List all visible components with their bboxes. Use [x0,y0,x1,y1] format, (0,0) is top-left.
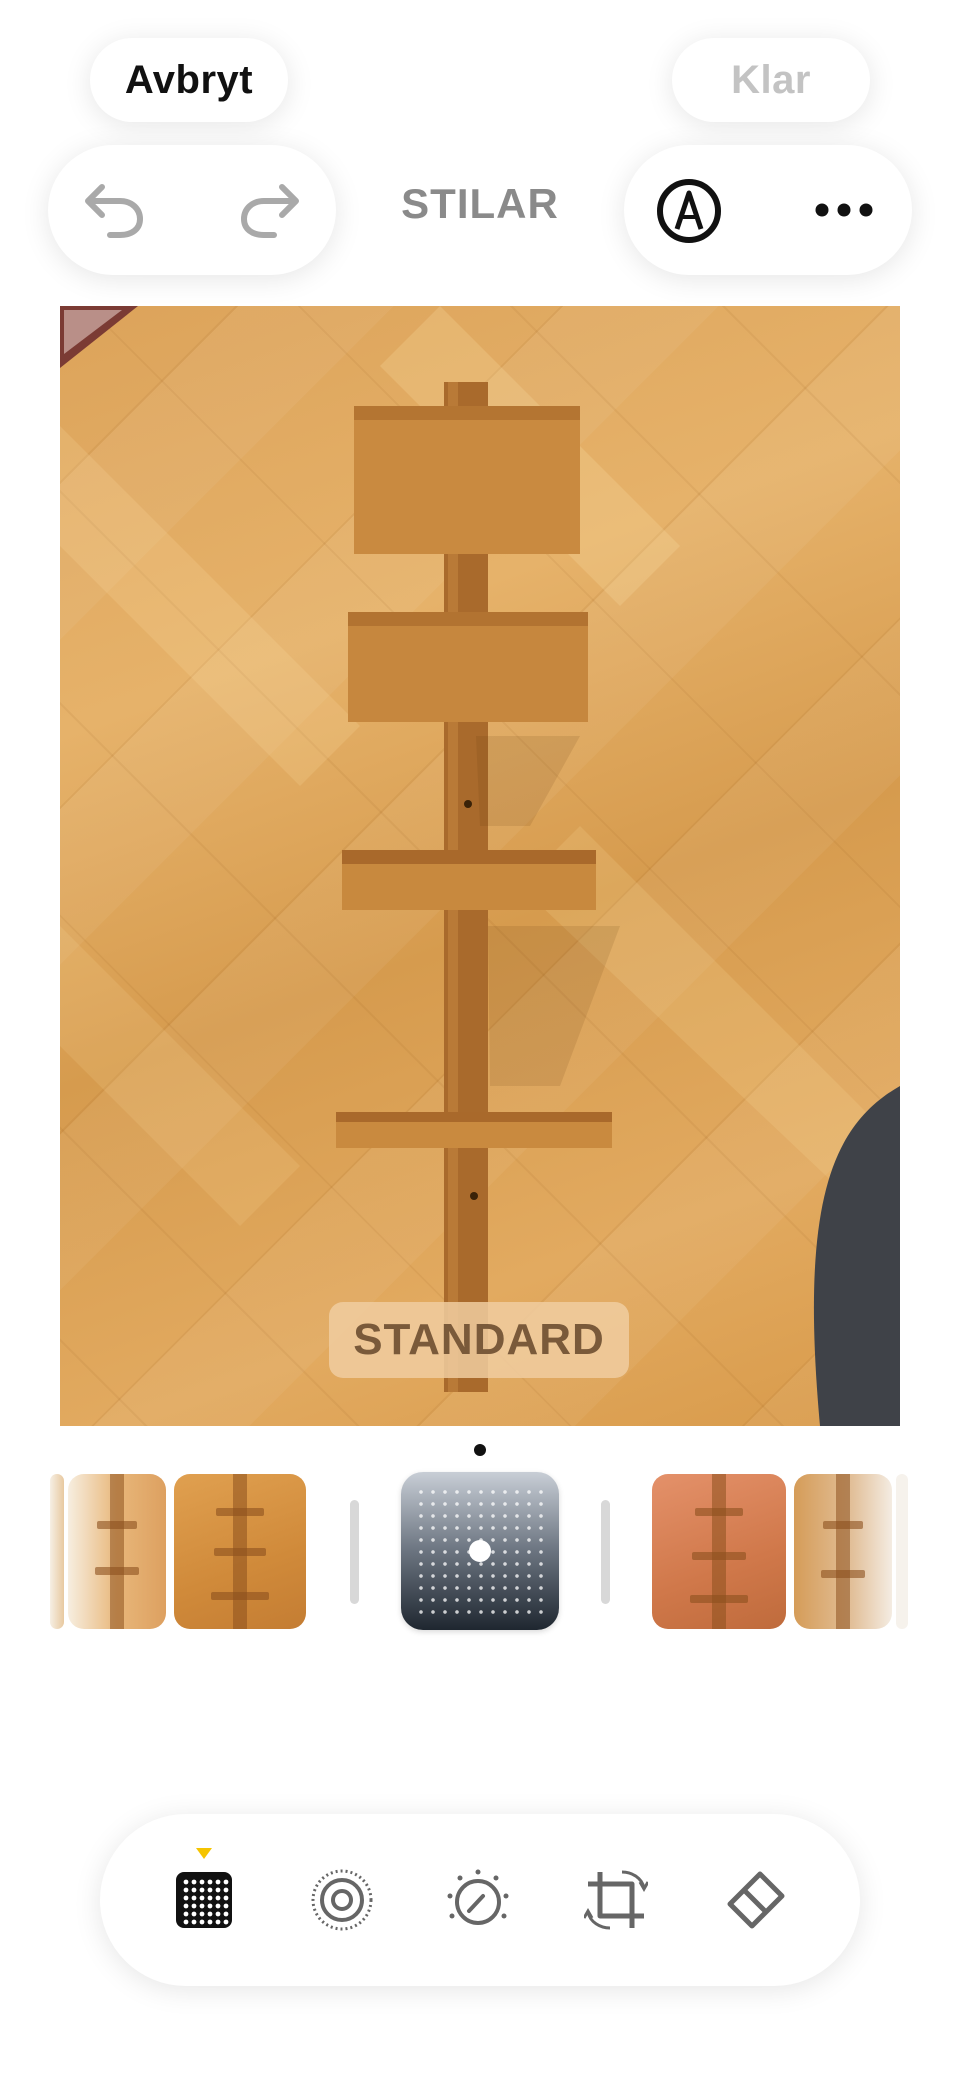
style-divider [601,1500,610,1604]
selected-style-indicator [474,1444,486,1456]
redo-icon[interactable] [236,180,306,240]
done-button[interactable]: Klar [672,38,870,122]
markup-pen-icon[interactable] [654,176,724,246]
section-title: STILAR [401,180,559,227]
crop-rotate-icon[interactable] [584,1868,648,1932]
eraser-icon[interactable] [724,1868,788,1932]
styles-grid-icon[interactable] [172,1868,236,1932]
style-thumbnail[interactable] [174,1474,306,1629]
style-thumbnail[interactable] [794,1474,892,1629]
style-thumbnail[interactable] [68,1474,166,1629]
more-icon[interactable] [812,190,876,230]
style-thumbnail[interactable] [652,1474,786,1629]
style-divider [350,1500,359,1604]
style-thumbnail[interactable] [50,1474,64,1629]
cancel-button[interactable]: Avbryt [90,38,288,122]
adjust-dial-icon[interactable] [446,1868,510,1932]
photo-preview[interactable] [60,306,900,1426]
style-thumbnail[interactable] [896,1474,908,1629]
style-pad-knob[interactable] [466,1537,494,1565]
style-control-pad[interactable] [401,1472,559,1630]
active-tool-marker [196,1848,212,1859]
live-photo-icon[interactable] [310,1868,374,1932]
undo-icon[interactable] [78,180,148,240]
style-name-badge: STANDARD [329,1302,629,1378]
